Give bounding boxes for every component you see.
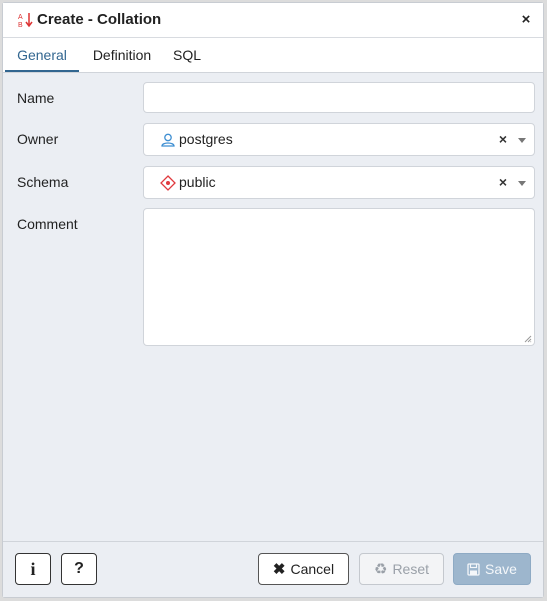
tab-general[interactable]: General — [5, 38, 79, 72]
owner-label: Owner — [17, 131, 59, 147]
collation-icon: A B — [18, 13, 33, 29]
name-input[interactable] — [143, 82, 535, 113]
owner-clear-button[interactable]: × — [499, 131, 507, 147]
cancel-button-label: Cancel — [290, 561, 335, 577]
owner-select[interactable]: postgres × — [143, 123, 535, 156]
reset-button-label: Reset — [392, 561, 430, 577]
tab-definition[interactable]: Definition — [87, 38, 157, 72]
close-button[interactable]: × — [519, 12, 533, 28]
schema-dropdown-caret[interactable] — [518, 181, 526, 186]
schema-label: Schema — [17, 174, 69, 190]
svg-text:B: B — [18, 22, 23, 29]
help-icon: ? — [74, 560, 84, 577]
comment-label: Comment — [17, 216, 78, 232]
owner-value: postgres — [179, 131, 233, 147]
comment-textarea[interactable] — [143, 208, 535, 346]
owner-dropdown-caret[interactable] — [518, 138, 526, 143]
schema-clear-button[interactable]: × — [499, 174, 507, 190]
info-button[interactable]: i — [15, 553, 51, 585]
close-icon: ✖ — [272, 561, 286, 578]
info-icon: i — [30, 558, 36, 579]
schema-value: public — [179, 174, 216, 190]
svg-text:A: A — [18, 14, 23, 21]
user-icon — [161, 133, 175, 147]
recycle-icon: ♻ — [373, 561, 388, 578]
reset-button[interactable]: ♻ Reset — [359, 553, 444, 585]
schema-select[interactable]: public × — [143, 166, 535, 199]
help-button[interactable]: ? — [61, 553, 97, 585]
cancel-button[interactable]: ✖ Cancel — [258, 553, 349, 585]
tab-bar: General Definition SQL — [3, 38, 543, 73]
save-button-label: Save — [485, 561, 517, 577]
tab-sql[interactable]: SQL — [167, 38, 207, 72]
create-collation-dialog: A B Create - Collation × General Definit… — [2, 2, 544, 598]
resize-grip-icon[interactable] — [524, 335, 532, 343]
save-icon — [467, 562, 480, 576]
schema-icon — [160, 175, 176, 191]
dialog-footer: i ? ✖ Cancel ♻ Reset Save — [3, 541, 543, 597]
dialog-title: Create - Collation — [37, 11, 162, 28]
dialog-titlebar[interactable]: A B Create - Collation × — [3, 3, 543, 38]
save-button[interactable]: Save — [453, 553, 531, 585]
name-label: Name — [17, 90, 55, 106]
